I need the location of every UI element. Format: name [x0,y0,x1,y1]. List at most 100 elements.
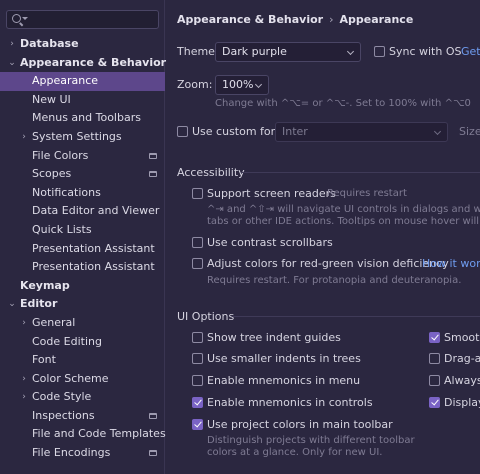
sidebar-item-label: File Encodings [32,446,111,460]
sidebar-item-code-editing[interactable]: Code Editing [0,333,165,352]
chevron-down-icon[interactable]: ⌄ [7,54,17,73]
project-colors-hint-line-1: Distinguish projects with different tool… [207,435,415,446]
sidebar-item-system-settings[interactable]: › System Settings [0,128,165,147]
sidebar-item-inspections[interactable]: Inspections [0,407,165,426]
display-option-label: Display [444,396,480,409]
sidebar-item-label: Font [32,353,56,367]
smaller-indents-label: Use smaller indents in trees [207,352,361,365]
smooth-scrolling-checkbox[interactable] [429,332,440,343]
sidebar-item-font[interactable]: Font [0,351,165,370]
contrast-scrollbars-label: Use contrast scrollbars [207,236,333,249]
sidebar-item-new-ui[interactable]: New UI [0,91,165,110]
sidebar-item-label: Presentation Assistant [32,241,155,255]
sidebar-item-editor[interactable]: ⌄ Editor [0,295,165,314]
zoom-hint: Change with ^⌥= or ^⌥-. Set to 100% with… [215,98,471,109]
sidebar-item-appearance[interactable]: Appearance [0,72,165,91]
project-colors-hint-line-2: colors at a glance. Only for new UI. [207,447,383,458]
accessibility-section-title: Accessibility [177,166,245,179]
sidebar-item-label: Inspections [32,408,95,422]
chevron-down-icon [254,80,263,89]
sidebar-item-label: Menus and Toolbars [32,111,141,125]
chevron-down-icon [433,127,442,136]
sidebar-item-label: File Colors [32,148,89,162]
search-history-dropdown-icon[interactable] [22,17,28,20]
sidebar-item-code-style[interactable]: › Code Style [0,388,165,407]
sidebar-item-file-and-code-templates[interactable]: File and Code Templates [0,425,166,444]
sidebar-item-file-encodings[interactable]: File Encodings [0,444,165,463]
sidebar-item-appearance-behavior[interactable]: ⌄ Appearance & Behavior [0,54,167,73]
chevron-right-icon[interactable]: › [19,128,29,147]
sidebar-item-keymap[interactable]: Keymap [0,277,165,296]
sync-with-os-checkbox[interactable] [374,46,385,57]
sidebar-item-presentation-assistant[interactable]: Presentation Assistant [0,258,165,277]
screen-readers-hint-line-1: ^⇥ and ^⇧⇥ will navigate UI controls in … [207,204,480,215]
chevron-right-icon[interactable]: › [19,370,29,389]
always-option-checkbox[interactable] [429,375,440,386]
zoom-label: Zoom: [177,78,213,91]
chevron-right-icon[interactable]: › [7,35,17,54]
mnemonics-menu-label: Enable mnemonics in menu [207,374,361,387]
chevron-right-icon[interactable]: › [19,388,29,407]
smaller-indents-checkbox[interactable] [192,353,203,364]
sidebar-item-general[interactable]: › General [0,314,165,333]
sidebar-item-notifications[interactable]: Notifications [0,184,165,203]
sidebar-item-scopes[interactable]: Scopes [0,165,165,184]
ui-options-section-title: UI Options [177,310,235,323]
requires-restart-note: Requires restart [327,188,407,199]
settings-tree: › Database ⌄ Appearance & Behavior Appearanc… [0,35,167,463]
project-colors-checkbox[interactable] [192,419,203,430]
sidebar-item-database[interactable]: › Database [0,35,165,54]
custom-font-select[interactable]: Inter [275,122,448,142]
color-deficiency-hint: Requires restart. For protanopia and deu… [207,275,462,286]
zoom-select-value: 100% [222,78,254,91]
color-deficiency-label: Adjust colors for red-green vision defic… [207,257,449,270]
chevron-right-icon[interactable]: › [19,314,29,333]
color-deficiency-checkbox[interactable] [192,258,203,269]
project-level-icon [149,152,157,159]
zoom-select[interactable]: 100% [215,75,269,95]
sidebar-item-presentation-assistant[interactable]: Presentation Assistant [0,240,165,259]
settings-search-input[interactable] [6,10,159,29]
sidebar-item-menus-and-toolbars[interactable]: Menus and Toolbars [0,109,165,128]
mnemonics-controls-checkbox[interactable] [192,397,203,408]
sidebar-item-label: General [32,315,76,329]
breadcrumb-parent[interactable]: Appearance & Behavior [177,13,323,26]
theme-select-value: Dark purple [222,45,287,58]
sidebar-item-label: Code Editing [32,334,102,348]
chevron-down-icon[interactable]: ⌄ [7,295,17,314]
project-level-icon [149,450,157,457]
sidebar-item-quick-lists[interactable]: Quick Lists [0,221,165,240]
sidebar-item-label: Appearance & Behavior [20,55,167,69]
project-level-icon [149,412,157,419]
section-divider [241,172,480,173]
tree-indent-guides-label: Show tree indent guides [207,331,341,344]
how-it-works-link[interactable]: How it works [422,257,480,270]
sidebar-item-label: File and Code Templates [32,427,166,441]
mnemonics-menu-checkbox[interactable] [192,375,203,386]
sidebar-item-file-colors[interactable]: File Colors [0,147,165,166]
sidebar-item-label: New UI [32,92,71,106]
sidebar-item-label: Presentation Assistant [32,260,155,274]
sidebar-item-label: Quick Lists [32,222,92,236]
sidebar-item-label: Scopes [32,167,72,181]
appearance-panel: Appearance & Behavior › Appearance Theme: … [166,0,480,474]
tree-indent-guides-checkbox[interactable] [192,332,203,343]
contrast-scrollbars-checkbox[interactable] [192,237,203,248]
search-icon [12,14,21,23]
sidebar-item-label: Editor [20,297,58,311]
theme-select[interactable]: Dark purple [215,42,361,62]
use-custom-font-label: Use custom font: [192,125,286,138]
mnemonics-controls-label: Enable mnemonics in controls [207,396,373,409]
sidebar-item-data-editor-and-viewer[interactable]: Data Editor and Viewer [0,202,165,221]
breadcrumb-current: Appearance [339,13,414,26]
always-option-label: Always [444,374,480,387]
support-screen-readers-checkbox[interactable] [192,188,203,199]
use-custom-font-checkbox[interactable] [177,126,188,137]
sidebar-item-color-scheme[interactable]: › Color Scheme [0,370,165,389]
display-option-checkbox[interactable] [429,397,440,408]
drag-and-drop-checkbox[interactable] [429,353,440,364]
get-more-themes-link[interactable]: Get [461,45,480,58]
sidebar-item-label: System Settings [32,129,122,143]
custom-font-select-value: Inter [282,125,308,138]
chevron-down-icon [346,47,355,56]
